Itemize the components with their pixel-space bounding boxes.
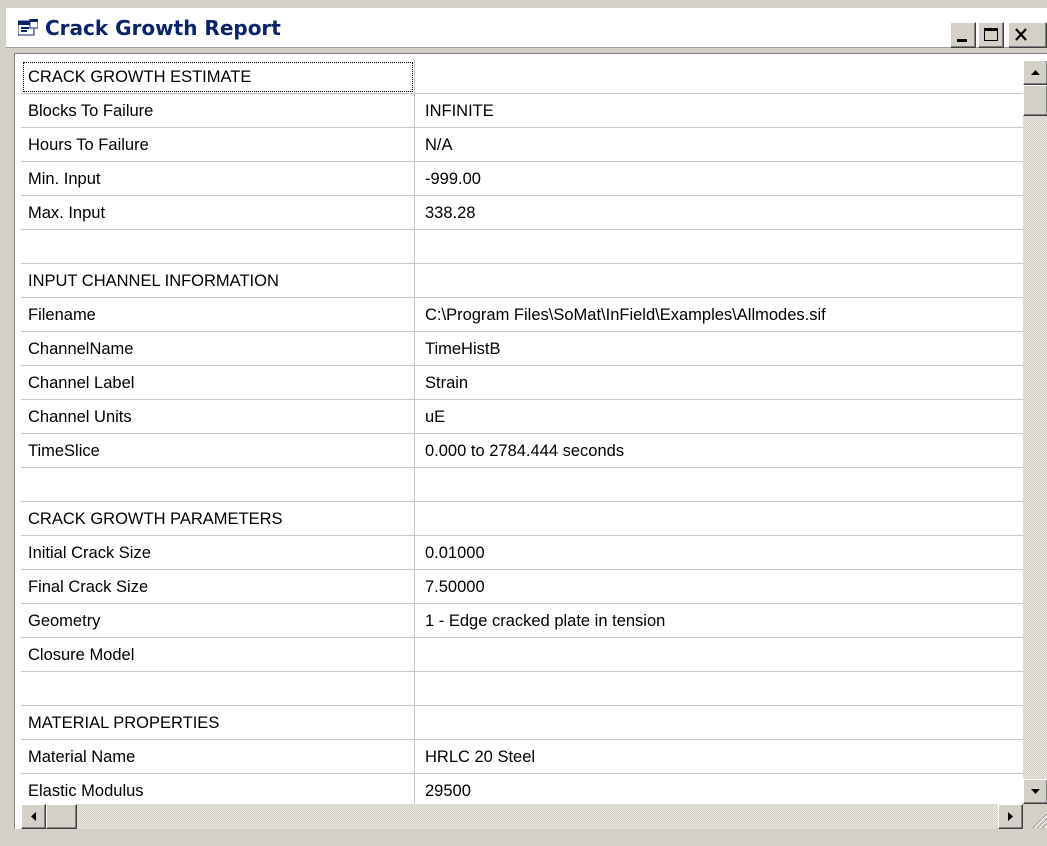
close-button[interactable] — [1008, 22, 1047, 48]
table-row[interactable]: Geometry 1 - Edge cracked plate in tensi… — [21, 604, 1023, 638]
table-row[interactable]: Final Crack Size 7.50000 — [21, 570, 1023, 604]
row-label-cell[interactable]: ChannelName — [21, 332, 415, 366]
table-row[interactable]: Filename C:\Program Files\SoMat\InField\E… — [21, 298, 1023, 332]
table-row[interactable]: INPUT CHANNEL INFORMATION — [21, 264, 1023, 298]
row-label-cell[interactable]: Initial Crack Size — [21, 536, 415, 570]
title-bar[interactable]: Crack Growth Report — [6, 8, 1047, 48]
row-value-cell[interactable]: 0.000 to 2784.444 seconds — [415, 434, 1023, 468]
row-value-cell[interactable] — [415, 672, 1023, 706]
horizontal-scroll-thumb[interactable] — [46, 804, 77, 829]
row-value-cell[interactable]: N/A — [415, 128, 1023, 162]
minimize-button[interactable] — [950, 22, 976, 48]
row-value-cell[interactable]: C:\Program Files\SoMat\InField\Examples\… — [415, 298, 1023, 332]
horizontal-scrollbar[interactable] — [21, 804, 1023, 829]
crack-growth-report-window: Crack Growth Report CRACK GROWTH ESTIMAT… — [0, 0, 1047, 846]
row-label-cell[interactable]: CRACK GROWTH ESTIMATE — [21, 60, 415, 94]
row-value-cell[interactable]: HRLC 20 Steel — [415, 740, 1023, 774]
row-value-cell[interactable] — [415, 264, 1023, 298]
row-value-cell[interactable]: 1 - Edge cracked plate in tension — [415, 604, 1023, 638]
vertical-scrollbar[interactable] — [1023, 60, 1047, 804]
table-row[interactable]: Closure Model — [21, 638, 1023, 672]
table-row[interactable] — [21, 468, 1023, 502]
row-label-cell[interactable]: Closure Model — [21, 638, 415, 672]
row-value-cell[interactable]: uE — [415, 400, 1023, 434]
table-row[interactable]: Channel Label Strain — [21, 366, 1023, 400]
vertical-scroll-thumb[interactable] — [1023, 85, 1047, 116]
scroll-right-button[interactable] — [998, 804, 1023, 829]
row-value-cell[interactable] — [415, 60, 1023, 94]
row-label-cell[interactable]: Channel Units — [21, 400, 415, 434]
row-value-cell[interactable] — [415, 468, 1023, 502]
arrow-up-icon — [1031, 70, 1040, 75]
row-label-cell[interactable]: Min. Input — [21, 162, 415, 196]
resize-grip-icon — [1032, 813, 1047, 829]
row-value-cell[interactable]: INFINITE — [415, 94, 1023, 128]
size-grip[interactable] — [1023, 804, 1047, 829]
table-row[interactable] — [21, 672, 1023, 706]
report-grid[interactable]: CRACK GROWTH ESTIMATE Blocks To Failure IN… — [21, 60, 1023, 804]
table-row[interactable]: ChannelName TimeHistB — [21, 332, 1023, 366]
scroll-down-button[interactable] — [1023, 779, 1047, 804]
row-label-cell[interactable]: Elastic Modulus — [21, 774, 415, 804]
row-value-cell[interactable] — [415, 638, 1023, 672]
maximize-button[interactable] — [978, 22, 1004, 48]
scroll-left-button[interactable] — [21, 804, 46, 829]
row-label-cell[interactable]: Hours To Failure — [21, 128, 415, 162]
table-row[interactable]: Blocks To Failure INFINITE — [21, 94, 1023, 128]
table-row[interactable]: CRACK GROWTH PARAMETERS — [21, 502, 1023, 536]
row-label-cell[interactable]: Geometry — [21, 604, 415, 638]
table-row[interactable]: Min. Input -999.00 — [21, 162, 1023, 196]
row-label-cell[interactable]: CRACK GROWTH PARAMETERS — [21, 502, 415, 536]
row-value-cell[interactable]: -999.00 — [415, 162, 1023, 196]
table-row[interactable]: Elastic Modulus 29500 — [21, 774, 1023, 804]
row-label-cell[interactable]: Final Crack Size — [21, 570, 415, 604]
table-row[interactable]: Max. Input 338.28 — [21, 196, 1023, 230]
table-row[interactable]: CRACK GROWTH ESTIMATE — [21, 60, 1023, 94]
table-row[interactable]: TimeSlice 0.000 to 2784.444 seconds — [21, 434, 1023, 468]
window-title: Crack Growth Report — [45, 16, 281, 40]
table-row[interactable]: MATERIAL PROPERTIES — [21, 706, 1023, 740]
row-label-cell[interactable]: TimeSlice — [21, 434, 415, 468]
row-label-cell[interactable] — [21, 468, 415, 502]
scroll-up-button[interactable] — [1023, 60, 1047, 85]
row-value-cell[interactable]: Strain — [415, 366, 1023, 400]
table-row[interactable] — [21, 230, 1023, 264]
row-label-cell[interactable]: Max. Input — [21, 196, 415, 230]
row-label-cell[interactable]: Blocks To Failure — [21, 94, 415, 128]
table-row[interactable]: Material Name HRLC 20 Steel — [21, 740, 1023, 774]
row-value-cell[interactable]: 338.28 — [415, 196, 1023, 230]
table-row[interactable]: Channel Units uE — [21, 400, 1023, 434]
row-label-cell[interactable]: MATERIAL PROPERTIES — [21, 706, 415, 740]
row-label-cell[interactable]: Material Name — [21, 740, 415, 774]
row-value-cell[interactable]: TimeHistB — [415, 332, 1023, 366]
report-grid-frame: CRACK GROWTH ESTIMATE Blocks To Failure IN… — [14, 53, 1047, 829]
row-value-cell[interactable]: 29500 — [415, 774, 1023, 804]
report-window-icon[interactable] — [17, 18, 39, 37]
row-label-cell[interactable] — [21, 672, 415, 706]
table-row[interactable]: Hours To Failure N/A — [21, 128, 1023, 162]
row-value-cell[interactable] — [415, 706, 1023, 740]
maximize-icon — [984, 28, 998, 41]
row-value-cell[interactable] — [415, 502, 1023, 536]
row-value-cell[interactable]: 0.01000 — [415, 536, 1023, 570]
row-label-cell[interactable] — [21, 230, 415, 264]
arrow-down-icon — [1031, 789, 1040, 794]
table-row[interactable]: Initial Crack Size 0.01000 — [21, 536, 1023, 570]
row-value-cell[interactable] — [415, 230, 1023, 264]
arrow-right-icon — [1008, 812, 1013, 821]
minimize-icon — [957, 39, 967, 42]
row-value-cell[interactable]: 7.50000 — [415, 570, 1023, 604]
arrow-left-icon — [31, 812, 36, 821]
row-label-cell[interactable]: Filename — [21, 298, 415, 332]
row-label-cell[interactable]: INPUT CHANNEL INFORMATION — [21, 264, 415, 298]
row-label-cell[interactable]: Channel Label — [21, 366, 415, 400]
close-icon — [1015, 28, 1027, 41]
